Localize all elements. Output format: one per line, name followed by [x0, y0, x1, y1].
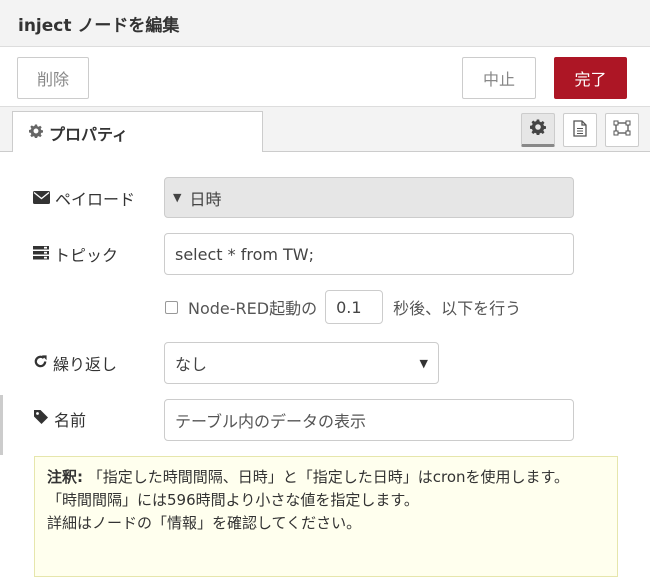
description-tab-button[interactable]	[563, 113, 597, 147]
envelope-icon	[33, 189, 50, 208]
name-input[interactable]: テーブル内のデータの表示	[164, 399, 574, 441]
repeat-select[interactable]: なし ▼	[164, 342, 439, 384]
delete-button[interactable]: 削除	[17, 57, 89, 99]
settings-tab-button[interactable]	[521, 113, 555, 147]
topic-input[interactable]: select * from TW;	[164, 233, 574, 275]
tray-toolbar: 削除 中止 完了	[0, 47, 650, 107]
payload-value: 日時	[189, 189, 222, 209]
name-label: 名前	[54, 411, 87, 430]
tab-properties[interactable]: プロパティ	[12, 111, 263, 153]
description-icon	[573, 119, 587, 141]
tag-icon	[33, 409, 49, 429]
tip-line-1: 「指定した時間間隔、日時」と「指定した日時」はcronを使用します。	[87, 468, 570, 486]
repeat-icon	[33, 354, 48, 373]
payload-label: ペイロード	[55, 190, 136, 209]
repeat-label-row: 繰り返し	[33, 351, 117, 375]
inject-once-suffix: 秒後、以下を行う	[393, 299, 522, 318]
repeat-value: なし	[175, 355, 208, 374]
tray-header: inject ノードを編集	[0, 0, 650, 47]
form-tip: 注釈: 「指定した時間間隔、日時」と「指定した日時」はcronを使用します。 「…	[34, 456, 618, 577]
gear-icon	[530, 119, 546, 139]
topic-label-row: トピック	[33, 242, 118, 266]
appearance-icon	[613, 120, 631, 140]
caret-down-icon: ▼	[173, 191, 182, 204]
payload-type-select[interactable]: ▼ 日時	[164, 177, 574, 218]
tab-bar: プロパティ	[0, 107, 650, 153]
payload-label-row: ペイロード	[33, 186, 135, 210]
tip-line-2: 「時間間隔」には596時間より小さな値を指定します。	[47, 491, 419, 509]
inject-once-prefix: Node-RED起動の	[188, 299, 318, 318]
caret-down-icon: ▼	[419, 356, 428, 370]
done-button[interactable]: 完了	[554, 57, 627, 99]
inject-once-checkbox[interactable]	[165, 300, 178, 314]
appearance-tab-button[interactable]	[605, 113, 639, 147]
resize-handle[interactable]	[0, 395, 3, 455]
gear-icon	[29, 123, 43, 142]
tip-line-3: 詳細はノードの「情報」を確認してください。	[47, 514, 362, 532]
topic-icon	[33, 245, 49, 264]
tab-properties-label: プロパティ	[49, 124, 129, 144]
inject-once-delay-input[interactable]: 0.1	[325, 290, 384, 324]
name-label-row: 名前	[33, 407, 86, 431]
inject-once-row: Node-RED起動の 0.1 秒後、以下を行う	[165, 290, 521, 324]
repeat-label: 繰り返し	[53, 355, 118, 374]
tray-title: inject ノードを編集	[18, 16, 180, 36]
topic-label: トピック	[54, 246, 119, 265]
cancel-button[interactable]: 中止	[462, 57, 536, 99]
tip-label: 注釈:	[47, 468, 83, 486]
